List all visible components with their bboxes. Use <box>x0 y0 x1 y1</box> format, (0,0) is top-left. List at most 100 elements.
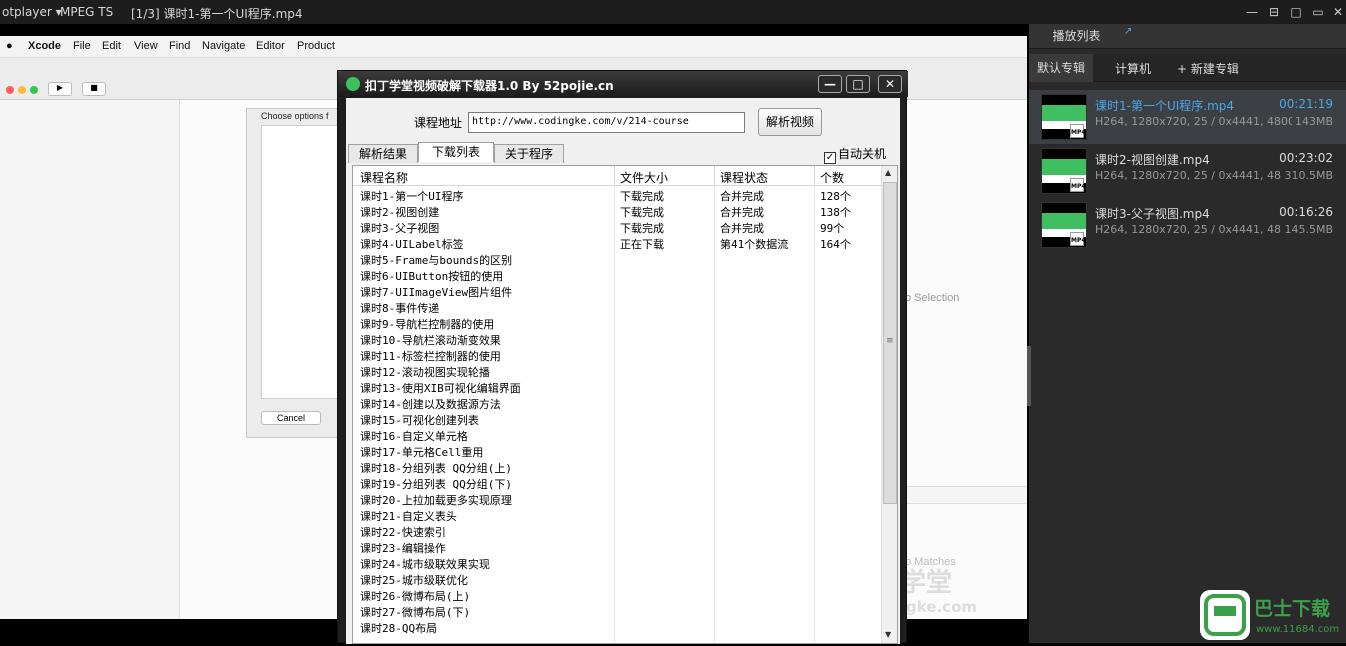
choose-options-label: Choose options f <box>261 111 329 121</box>
list-scrollbar[interactable]: ▲ ≡ ▼ <box>881 166 897 643</box>
table-row[interactable]: 课时17-单元格Cell重用 <box>353 443 881 459</box>
menu-view: View <box>134 40 158 52</box>
new-album-button[interactable]: + 新建专辑 <box>1177 60 1239 77</box>
table-row[interactable]: 课时28-QQ布局 <box>353 619 881 635</box>
cell-course-name: 课时11-标签栏控制器的使用 <box>360 350 501 363</box>
restore-button[interactable]: ▭ <box>1310 5 1326 19</box>
scroll-up-icon[interactable]: ▲ <box>885 168 891 177</box>
tab-download-list[interactable]: 下载列表 <box>418 142 494 162</box>
table-row[interactable]: 课时13-使用XIB可视化编辑界面 <box>353 379 881 395</box>
course-url-input[interactable]: http://www.codingke.com/v/214-course <box>468 112 745 133</box>
table-row[interactable]: 课时22-快速索引 <box>353 523 881 539</box>
checkbox-checked-icon: ✓ <box>824 152 836 164</box>
tab-parse-results[interactable]: 解析结果 <box>348 144 418 163</box>
popout-icon[interactable]: ↗ <box>1124 26 1132 37</box>
url-label: 课程地址 <box>414 116 463 130</box>
table-row[interactable]: 课时14-创建以及数据源方法 <box>353 395 881 411</box>
table-row[interactable]: 课时20-上拉加载更多实现原理 <box>353 491 881 507</box>
playlist-tabs: 播放列表 ↗ <box>1029 24 1346 49</box>
panel-collapse-handle[interactable] <box>1027 346 1031 406</box>
video-thumbnail: MP4 <box>1041 94 1087 140</box>
cell-course-name: 课时10-导航栏滚动渐变效果 <box>360 334 501 347</box>
column-count[interactable]: 个数 <box>820 169 844 186</box>
dialog-title: 扣丁学堂视频破解下载器1.0 By 52pojie.cn <box>365 79 614 93</box>
close-button[interactable]: ✕ <box>1330 5 1346 19</box>
cell-course-name: 课时2-视图创建 <box>360 206 440 219</box>
cell-count: 99个 <box>820 222 845 235</box>
video-watermark: 学堂 <box>900 568 953 598</box>
dialog-titlebar: 扣丁学堂视频破解下载器1.0 By 52pojie.cn — □ ✕ <box>338 71 908 97</box>
album-tab-default[interactable]: 默认专辑 <box>1029 54 1093 82</box>
cell-course-name: 课时28-QQ布局 <box>360 622 438 635</box>
auto-shutdown-checkbox[interactable]: ✓ 自动关机 <box>824 145 886 164</box>
maximize-button[interactable]: □ <box>1288 5 1304 19</box>
table-row[interactable]: 课时12-滚动视图实现轮播 <box>353 363 881 379</box>
cell-course-name: 课时26-微博布局(上) <box>360 590 471 603</box>
table-row[interactable]: 课时26-微博布局(上) <box>353 587 881 603</box>
table-row[interactable]: 课时25-城市级联优化 <box>353 571 881 587</box>
run-icon: ▶ <box>48 82 72 96</box>
column-status[interactable]: 课程状态 <box>720 169 768 186</box>
table-row[interactable]: 课时24-城市级联效果实现 <box>353 555 881 571</box>
mp4-badge: MP4 <box>1070 124 1086 138</box>
table-row[interactable]: 课时7-UIImageView图片组件 <box>353 283 881 299</box>
table-row[interactable]: 课时4-UILabel标签 正在下载 第41个数据流 164个 <box>353 235 881 251</box>
dialog-close-button[interactable]: ✕ <box>878 75 902 93</box>
xcode-menubar: ● Xcode File Edit View Find Navigate Edi… <box>0 36 1027 58</box>
tab-about[interactable]: 关于程序 <box>494 144 564 163</box>
logo-url: www.11684.com <box>1256 624 1340 635</box>
table-row[interactable]: 课时18-分组列表 QQ分组(上) <box>353 459 881 475</box>
app-menu[interactable]: otplayer ▾ <box>2 5 62 19</box>
table-row[interactable]: 课时16-自定义单元格 <box>353 427 881 443</box>
stop-icon: ■ <box>82 82 106 96</box>
playlist-item[interactable]: MP4 课时2-视图创建.mp4 00:23:02 H264, 1280x720… <box>1029 144 1346 198</box>
table-row[interactable]: 课时23-编辑操作 <box>353 539 881 555</box>
traffic-light-max-icon <box>30 86 38 94</box>
cell-course-name: 课时8-事件传递 <box>360 302 440 315</box>
no-selection-label: o Selection <box>905 292 960 304</box>
table-row[interactable]: 课时9-导航栏控制器的使用 <box>353 315 881 331</box>
table-row[interactable]: 课时1-第一个UI程序 下载完成 合并完成 128个 <box>353 187 881 203</box>
playlist-item[interactable]: MP4 课时1-第一个UI程序.mp4 00:21:19 H264, 1280x… <box>1029 90 1346 144</box>
table-row[interactable]: 课时11-标签栏控制器的使用 <box>353 347 881 363</box>
playlist-item[interactable]: MP4 课时3-父子视图.mp4 00:16:26 H264, 1280x720… <box>1029 198 1346 252</box>
scroll-down-icon[interactable]: ▼ <box>885 630 891 639</box>
table-row[interactable]: 课时8-事件传递 <box>353 299 881 315</box>
table-row[interactable]: 课时10-导航栏滚动渐变效果 <box>353 331 881 347</box>
table-row[interactable]: 课时19-分组列表 QQ分组(下) <box>353 475 881 491</box>
column-course-name[interactable]: 课程名称 <box>360 169 408 186</box>
item-size: 310.5MB <box>1281 169 1333 182</box>
menu-edit: Edit <box>102 40 121 52</box>
dialog-minimize-button[interactable]: — <box>818 75 842 93</box>
dialog-maximize-button[interactable]: □ <box>846 75 870 93</box>
library-bar <box>905 486 1027 504</box>
dialog-body: 课程地址 http://www.codingke.com/v/214-cours… <box>346 98 900 644</box>
table-row[interactable]: 课时6-UIButton按钮的使用 <box>353 267 881 283</box>
table-row[interactable]: 课时21-自定义表头 <box>353 507 881 523</box>
minimize-button[interactable]: — <box>1244 5 1260 19</box>
cell-course-name: 课时25-城市级联优化 <box>360 574 468 587</box>
auto-shutdown-label: 自动关机 <box>838 147 887 161</box>
column-file-size[interactable]: 文件大小 <box>620 169 668 186</box>
xcode-navigator <box>0 100 180 619</box>
app-name: otplayer <box>2 5 52 19</box>
site-logo: 巴士下载 www.11684.com <box>1196 588 1346 643</box>
table-row[interactable]: 课时3-父子视图 下载完成 合并完成 99个 <box>353 219 881 235</box>
parse-video-button[interactable]: 解析视频 <box>758 108 822 136</box>
cell-course-name: 课时14-创建以及数据源方法 <box>360 398 501 411</box>
downloader-dialog: 扣丁学堂视频破解下载器1.0 By 52pojie.cn — □ ✕ 课程地址 … <box>337 70 908 644</box>
album-tab-computer[interactable]: 计算机 <box>1115 60 1151 77</box>
cell-course-name: 课时4-UILabel标签 <box>360 238 464 251</box>
compact-button[interactable]: ⊟ <box>1266 5 1282 19</box>
cell-file-size: 下载完成 <box>620 206 664 219</box>
cell-course-name: 课时18-分组列表 QQ分组(上) <box>360 462 512 475</box>
menu-product: Product <box>297 40 335 52</box>
table-row[interactable]: 课时2-视图创建 下载完成 合并完成 138个 <box>353 203 881 219</box>
tab-playlist[interactable]: 播放列表 <box>1029 24 1124 49</box>
table-row[interactable]: 课时27-微博布局(下) <box>353 603 881 619</box>
cell-file-size: 下载完成 <box>620 222 664 235</box>
item-duration: 00:16:26 <box>1279 205 1333 219</box>
table-row[interactable]: 课时5-Frame与bounds的区别 <box>353 251 881 267</box>
cell-course-name: 课时7-UIImageView图片组件 <box>360 286 513 299</box>
table-row[interactable]: 课时15-可视化创建列表 <box>353 411 881 427</box>
